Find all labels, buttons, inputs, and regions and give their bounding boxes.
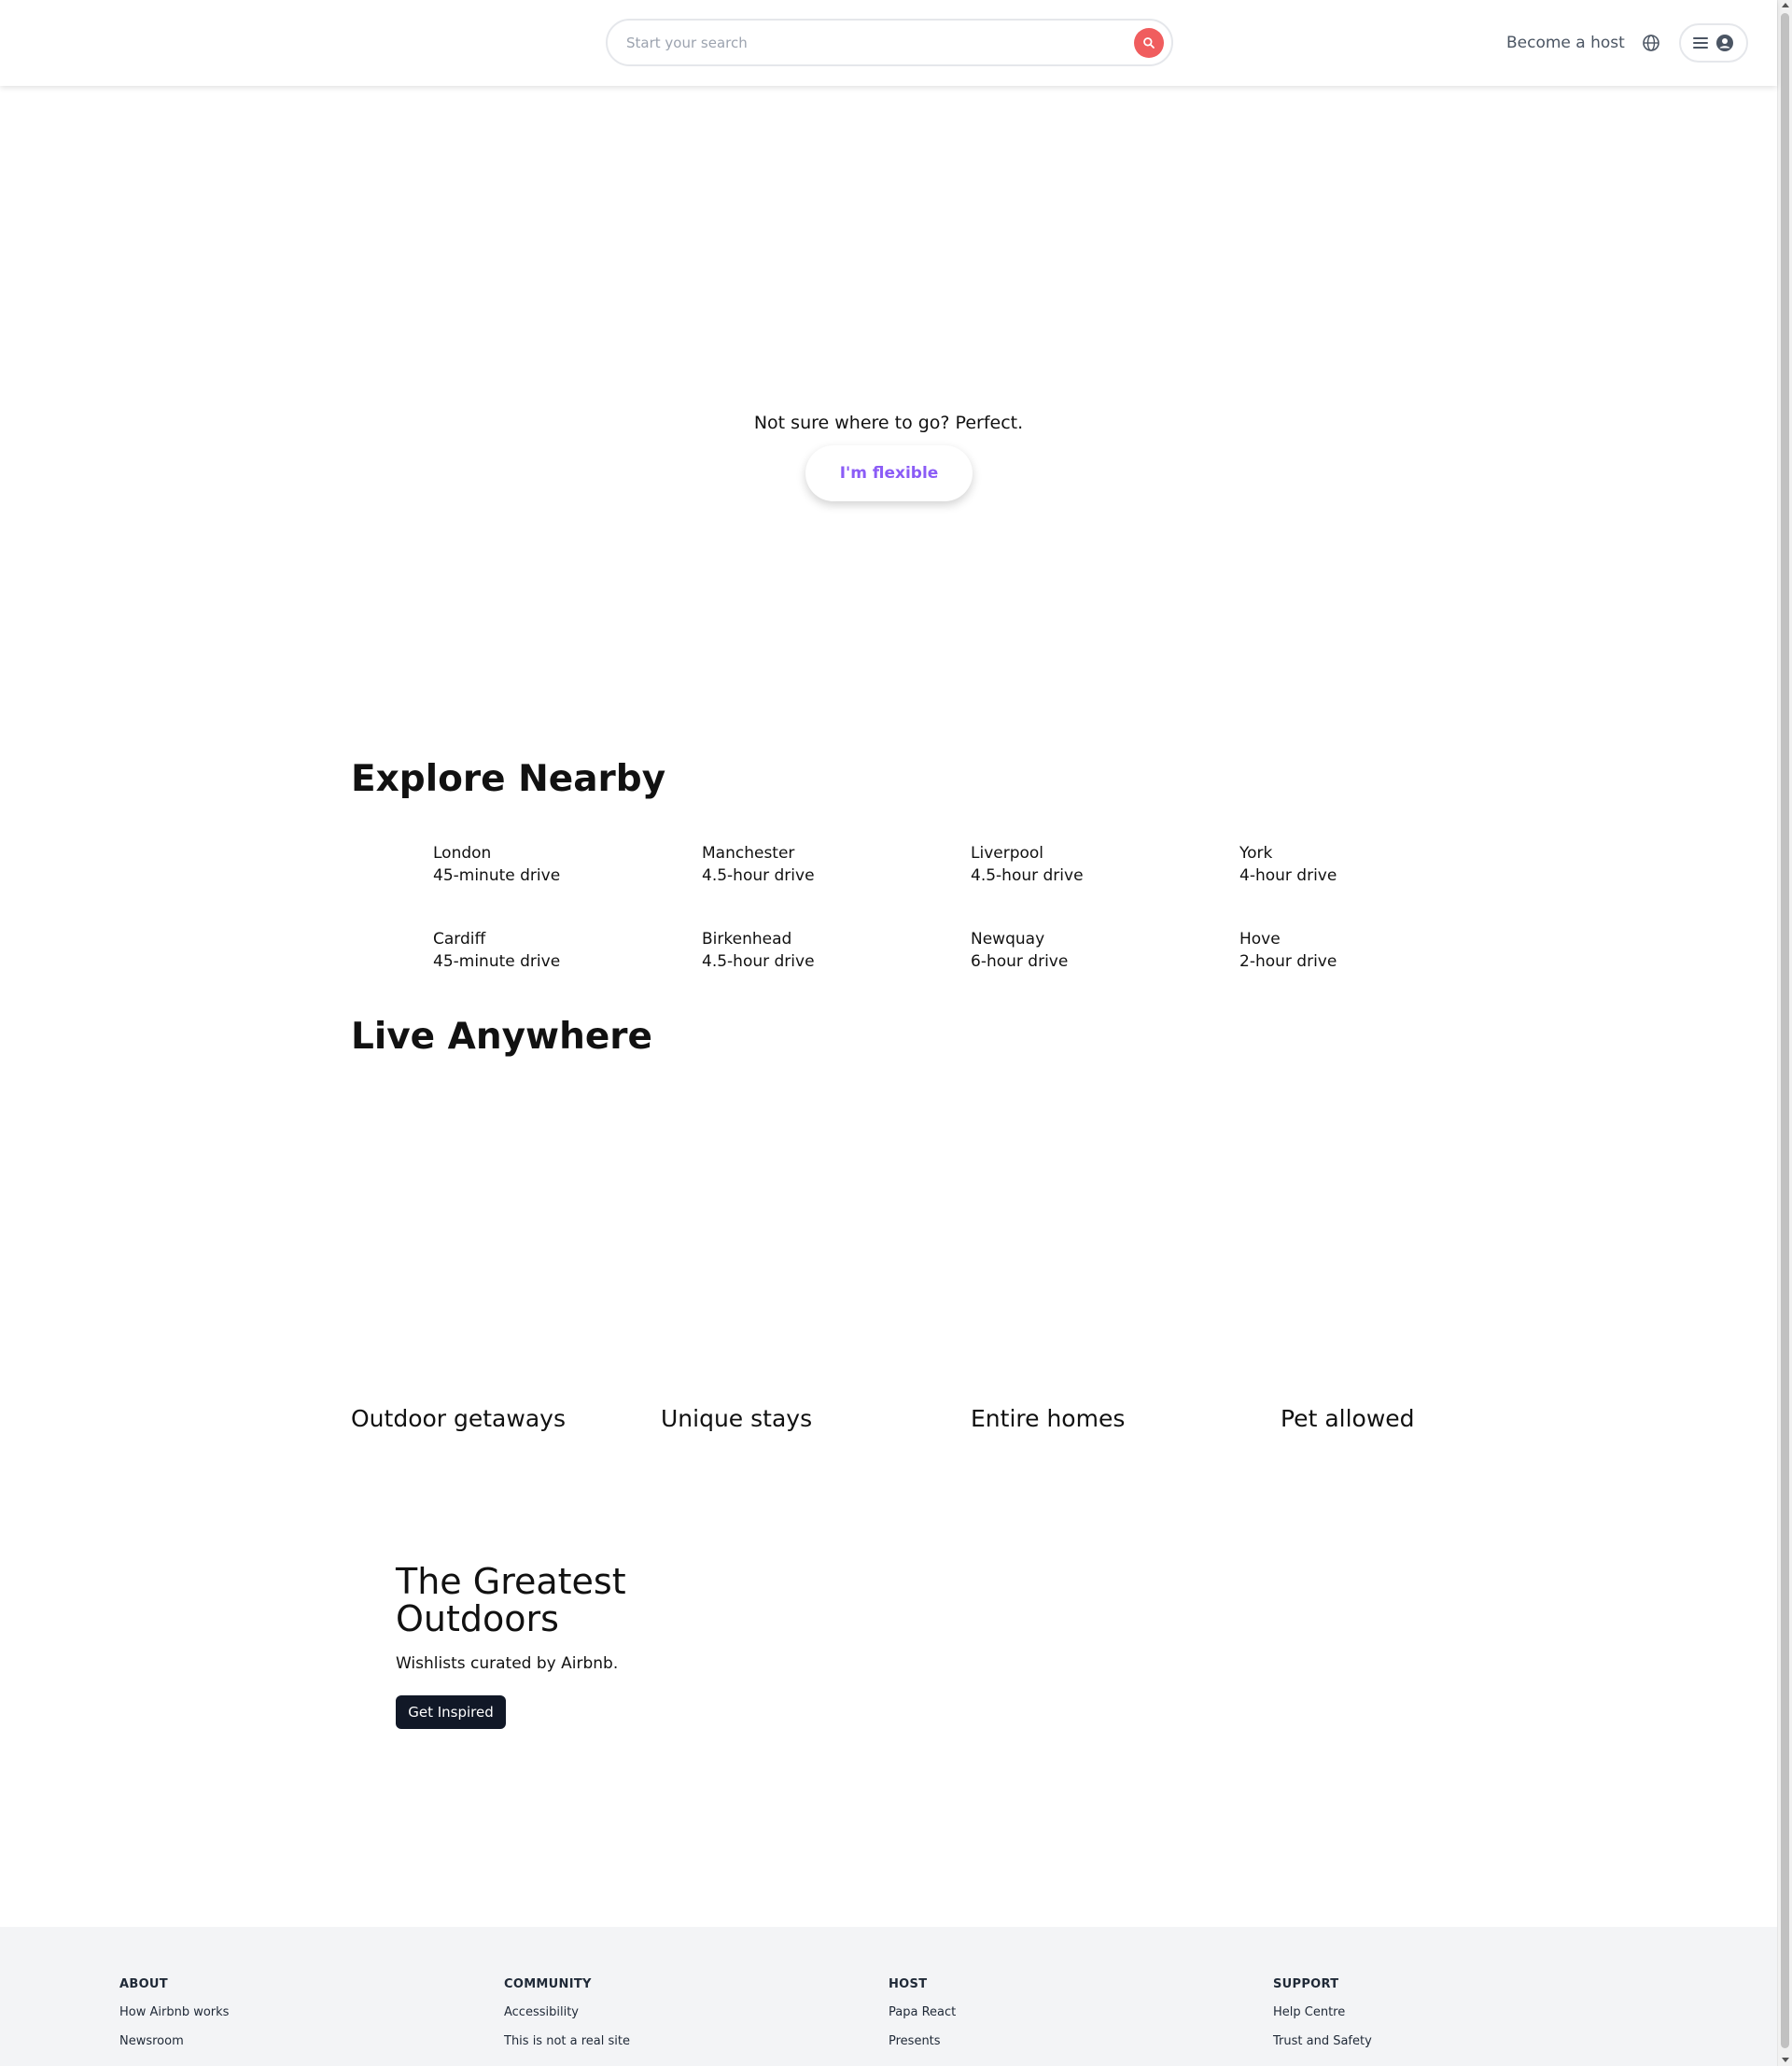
nearby-drive: 4.5-hour drive — [971, 866, 1084, 885]
hero-text: Not sure where to go? Perfect. — [753, 413, 1024, 433]
live-anywhere-title: Live Anywhere — [351, 1016, 652, 1058]
nearby-city: Birkenhead — [702, 930, 792, 949]
scroll-down-arrow-icon[interactable] — [1782, 2058, 1789, 2062]
footer-heading: ABOUT — [119, 1977, 168, 1991]
live-card-title[interactable]: Outdoor getaways — [351, 1405, 566, 1432]
nearby-drive: 6-hour drive — [971, 952, 1069, 971]
live-card-title[interactable]: Unique stays — [661, 1405, 812, 1432]
user-menu-button[interactable] — [1678, 23, 1748, 63]
search-icon — [1143, 37, 1155, 49]
footer-column-community: COMMUNITY Accessibility This is not a re… — [504, 1977, 630, 2063]
header-actions: Become a host — [1506, 22, 1748, 63]
footer-link[interactable]: Papa React — [889, 2005, 956, 2019]
nearby-drive: 4.5-hour drive — [702, 952, 815, 971]
nearby-drive: 4-hour drive — [1239, 866, 1337, 885]
footer-link[interactable]: Newsroom — [119, 2034, 229, 2048]
get-inspired-button[interactable]: Get Inspired — [396, 1695, 506, 1729]
user-avatar-icon — [1716, 35, 1734, 51]
nearby-city: London — [433, 844, 492, 863]
footer-column-support: SUPPORT Help Centre Trust and Safety — [1273, 1977, 1372, 2063]
flexible-button[interactable]: I'm flexible — [805, 445, 973, 501]
footer-column-about: ABOUT How Airbnb works Newsroom — [119, 1977, 229, 2063]
nearby-city: Manchester — [702, 844, 795, 863]
footer-link[interactable]: Accessibility — [504, 2005, 630, 2019]
globe-icon[interactable] — [1642, 33, 1662, 53]
footer-link[interactable]: Help Centre — [1273, 2005, 1372, 2019]
footer-link[interactable]: How Airbnb works — [119, 2005, 229, 2019]
banner-title: The Greatest Outdoors — [396, 1561, 626, 1639]
header: Become a host — [0, 0, 1777, 86]
footer-heading: HOST — [889, 1977, 928, 1991]
footer-link[interactable]: Trust and Safety — [1273, 2034, 1372, 2048]
nearby-drive: 2-hour drive — [1239, 952, 1337, 971]
nearby-item[interactable]: Cardiff 45-minute drive — [351, 924, 612, 980]
footer-link[interactable]: This is not a real site — [504, 2034, 630, 2048]
nearby-item[interactable]: Hove 2-hour drive — [1157, 924, 1419, 980]
search-input[interactable] — [626, 34, 1093, 51]
nearby-item[interactable]: Liverpool 4.5-hour drive — [889, 838, 1150, 894]
nearby-city: Hove — [1239, 930, 1281, 949]
nearby-drive: 4.5-hour drive — [702, 866, 815, 885]
nearby-item[interactable]: Birkenhead 4.5-hour drive — [620, 924, 881, 980]
nearby-item[interactable]: London 45-minute drive — [351, 838, 612, 894]
vertical-scrollbar[interactable] — [1777, 0, 1792, 2066]
nearby-item[interactable]: Manchester 4.5-hour drive — [620, 838, 881, 894]
footer-column-host: HOST Papa React Presents — [889, 1977, 956, 2063]
menu-icon — [1693, 37, 1709, 49]
search-button[interactable] — [1134, 28, 1164, 58]
become-host-link[interactable]: Become a host — [1506, 34, 1625, 52]
nearby-city: Cardiff — [433, 930, 486, 949]
scroll-up-arrow-icon[interactable] — [1782, 3, 1789, 7]
banner-subtitle: Wishlists curated by Airbnb. — [396, 1654, 619, 1673]
explore-nearby-title: Explore Nearby — [351, 758, 666, 800]
nearby-city: York — [1239, 844, 1273, 863]
nearby-drive: 45-minute drive — [433, 866, 561, 885]
live-card-title[interactable]: Entire homes — [971, 1405, 1125, 1432]
nearby-city: Liverpool — [971, 844, 1044, 863]
nearby-drive: 45-minute drive — [433, 952, 561, 971]
footer-heading: COMMUNITY — [504, 1977, 592, 1991]
footer: ABOUT How Airbnb works Newsroom COMMUNIT… — [0, 1927, 1777, 2066]
nearby-city: Newquay — [971, 930, 1045, 949]
footer-link[interactable]: Presents — [889, 2034, 956, 2048]
scrollbar-thumb[interactable] — [1781, 13, 1789, 2048]
nearby-item[interactable]: York 4-hour drive — [1157, 838, 1419, 894]
live-card-title[interactable]: Pet allowed — [1281, 1405, 1415, 1432]
footer-heading: SUPPORT — [1273, 1977, 1339, 1991]
search-bar[interactable] — [606, 19, 1173, 66]
nearby-item[interactable]: Newquay 6-hour drive — [889, 924, 1150, 980]
